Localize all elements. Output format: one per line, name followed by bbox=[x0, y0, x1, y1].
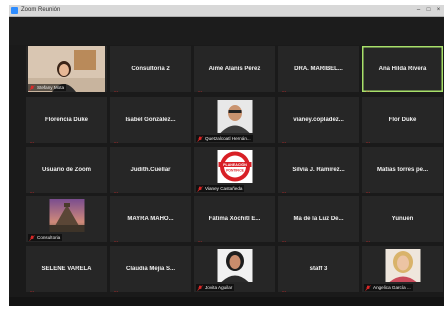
participant-tile[interactable]: Stefany Mota bbox=[26, 46, 107, 92]
participant-name: Judith.Cuellar bbox=[130, 167, 171, 173]
participant-photo bbox=[217, 249, 252, 282]
participant-name: Ana Hilda Rivera bbox=[378, 66, 427, 72]
zoom-app-icon bbox=[11, 7, 18, 14]
muted-mic-icon bbox=[28, 185, 34, 193]
participant-label: Stefany Mota bbox=[28, 84, 67, 91]
zoom-window: Zoom Reunión – □ × Stefany Mota Consultor… bbox=[9, 5, 444, 306]
muted-mic-icon bbox=[196, 84, 202, 92]
logo-text-bottom: PONTIFICE bbox=[226, 169, 244, 173]
participant-tile[interactable]: Jovita Aguilar bbox=[194, 246, 275, 292]
participant-label: Consultoria bbox=[28, 234, 63, 241]
participant-tile[interactable]: Flor Duke bbox=[362, 97, 443, 143]
participant-tile[interactable]: MAYRA MAHO... bbox=[110, 196, 191, 242]
participant-photo bbox=[385, 249, 420, 282]
participant-tile[interactable]: Ana Hilda Rivera bbox=[362, 46, 443, 92]
participant-name: Usuario de Zoom bbox=[41, 167, 91, 173]
muted-mic-icon bbox=[364, 84, 370, 92]
participant-tile[interactable]: DRA. MARIBEL... bbox=[278, 46, 359, 92]
logo-text-top: PLANEACIÓN bbox=[223, 162, 247, 167]
muted-mic-icon bbox=[112, 284, 118, 292]
participant-name: Flor Duke bbox=[388, 117, 417, 123]
muted-mic-icon bbox=[197, 284, 203, 291]
window-title: Zoom Reunión bbox=[21, 7, 61, 13]
muted-mic-icon bbox=[280, 234, 286, 242]
muted-mic-icon bbox=[364, 185, 370, 193]
participant-tile[interactable]: Quetzalcoatl Hernán... bbox=[194, 97, 275, 143]
participant-label: Quetzalcoatl Hernán... bbox=[196, 135, 253, 142]
participant-tile[interactable]: Usuario de Zoom bbox=[26, 147, 107, 193]
participant-tile[interactable]: Ma de la Luz De... bbox=[278, 196, 359, 242]
participant-label-text: Angelica García ... bbox=[373, 285, 411, 290]
participant-label-text: Quetzalcoatl Hernán... bbox=[205, 136, 251, 141]
participant-tile[interactable]: Yunuen bbox=[362, 196, 443, 242]
muted-mic-icon bbox=[280, 185, 286, 193]
muted-mic-icon bbox=[112, 234, 118, 242]
participant-photo bbox=[49, 199, 84, 232]
muted-mic-icon bbox=[112, 135, 118, 143]
participant-label: Vianey Castañeda bbox=[196, 185, 245, 192]
participant-tile[interactable]: vianey.copladez... bbox=[278, 97, 359, 143]
participant-name: Ma de la Luz De... bbox=[293, 216, 344, 222]
muted-mic-icon bbox=[364, 234, 370, 242]
participant-name: Silvia J. Ramirez... bbox=[292, 167, 345, 173]
participant-tile[interactable]: Fátima Xóchitl E... bbox=[194, 196, 275, 242]
participant-tile[interactable]: Florencia Duke bbox=[26, 97, 107, 143]
meeting-top-bar bbox=[9, 17, 444, 45]
title-bar: Zoom Reunión – □ × bbox=[9, 5, 444, 17]
muted-mic-icon bbox=[112, 185, 118, 193]
participant-label: Jovita Aguilar bbox=[196, 284, 235, 291]
muted-mic-icon bbox=[280, 284, 286, 292]
participant-tile[interactable]: PLANEACIÓN PONTIFICE Vianey Castañeda bbox=[194, 147, 275, 193]
participant-name: Yunuen bbox=[391, 216, 414, 222]
participant-name: vianey.copladez... bbox=[293, 117, 344, 123]
muted-mic-icon bbox=[280, 84, 286, 92]
participant-name: Fátima Xóchitl E... bbox=[208, 216, 261, 222]
participant-name: SELENE VARELA bbox=[41, 266, 92, 272]
participant-name: Matias torres pe... bbox=[376, 167, 429, 173]
participant-name: Claudia Mejía S... bbox=[125, 266, 175, 272]
participant-tile[interactable]: Angelica García ... bbox=[362, 246, 443, 292]
muted-mic-icon bbox=[29, 234, 35, 241]
muted-mic-icon bbox=[197, 185, 203, 192]
participant-photo bbox=[217, 100, 252, 133]
window-controls: – □ × bbox=[415, 6, 442, 14]
participant-tile[interactable]: Isabel González... bbox=[110, 97, 191, 143]
muted-mic-icon bbox=[28, 284, 34, 292]
participant-tile[interactable]: Matias torres pe... bbox=[362, 147, 443, 193]
muted-mic-icon bbox=[197, 135, 203, 142]
participant-tile[interactable]: Consultoria 2 bbox=[110, 46, 191, 92]
participant-logo: PLANEACIÓN PONTIFICE bbox=[217, 150, 252, 183]
muted-mic-icon bbox=[28, 135, 34, 143]
participant-name: Aimé Alanís Pérez bbox=[208, 66, 261, 72]
participant-tile[interactable]: Judith.Cuellar bbox=[110, 147, 191, 193]
participant-name: MAYRA MAHO... bbox=[127, 216, 174, 222]
participant-name: Florencia Duke bbox=[44, 117, 88, 123]
participant-label-text: Vianey Castañeda bbox=[205, 186, 243, 191]
participant-tile[interactable]: Claudia Mejía S... bbox=[110, 246, 191, 292]
close-button[interactable]: × bbox=[435, 6, 442, 14]
participant-name: Consultoria 2 bbox=[131, 66, 170, 72]
participant-name: staff 3 bbox=[309, 266, 328, 272]
muted-mic-icon bbox=[112, 84, 118, 92]
participant-tile[interactable]: Silvia J. Ramirez... bbox=[278, 147, 359, 193]
participant-name: Isabel González... bbox=[125, 117, 176, 123]
minimize-button[interactable]: – bbox=[415, 6, 422, 14]
participant-tile[interactable]: staff 3 bbox=[278, 246, 359, 292]
participant-label: Angelica García ... bbox=[364, 284, 413, 291]
participant-label-text: Consultoria bbox=[37, 235, 61, 240]
participant-name: DRA. MARIBEL... bbox=[294, 66, 343, 72]
muted-mic-icon bbox=[29, 84, 35, 91]
muted-mic-icon bbox=[364, 135, 370, 143]
participant-label-text: Jovita Aguilar bbox=[205, 285, 233, 290]
participant-label-text: Stefany Mota bbox=[37, 85, 65, 90]
muted-mic-icon bbox=[365, 284, 371, 291]
muted-mic-icon bbox=[196, 234, 202, 242]
participant-tile[interactable]: Consultoria bbox=[26, 196, 107, 242]
participant-tile[interactable]: SELENE VARELA bbox=[26, 246, 107, 292]
participant-tile[interactable]: Aimé Alanís Pérez bbox=[194, 46, 275, 92]
maximize-button[interactable]: □ bbox=[425, 6, 432, 14]
meeting-controls-bar bbox=[9, 297, 444, 306]
muted-mic-icon bbox=[280, 135, 286, 143]
